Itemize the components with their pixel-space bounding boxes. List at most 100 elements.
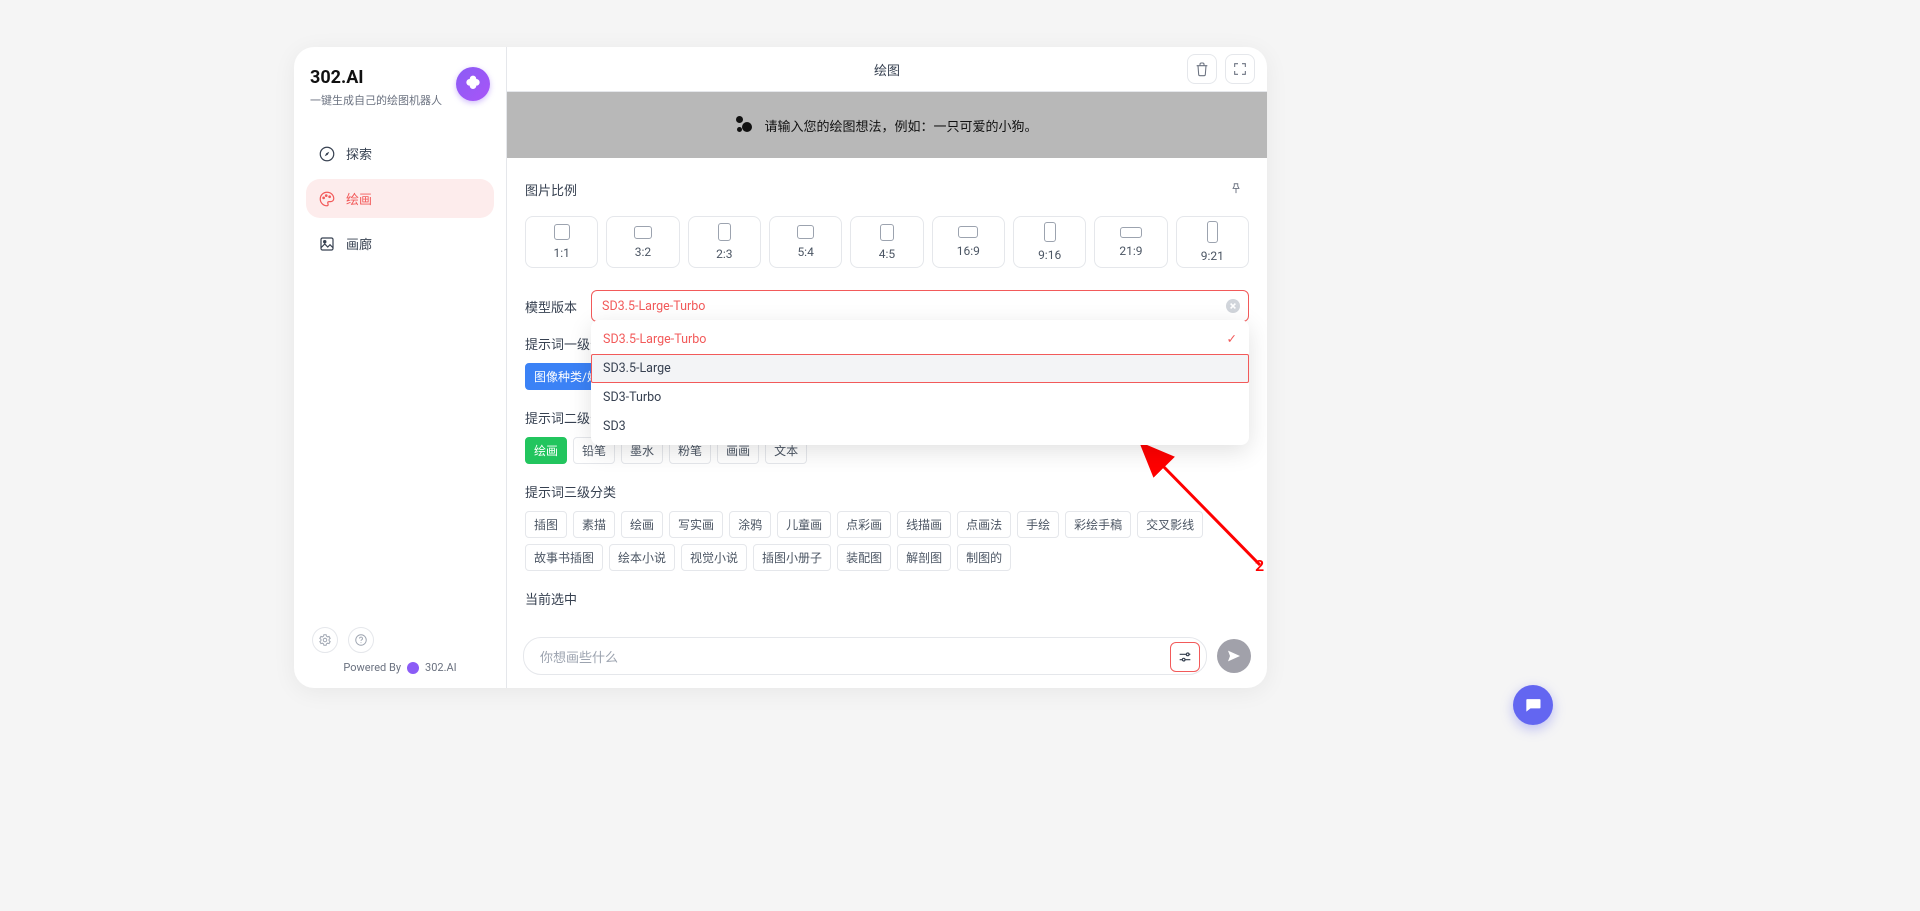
ratio-shape-icon xyxy=(634,226,652,239)
ratio-shape-icon xyxy=(880,224,894,241)
image-icon xyxy=(318,235,336,253)
brand-title: 302.AI xyxy=(310,67,442,88)
chip[interactable]: 写实画 xyxy=(669,511,723,538)
help-button[interactable] xyxy=(348,627,374,653)
chip[interactable]: 绘本小说 xyxy=(609,544,675,571)
sidebar: 302.AI 一键生成自己的绘图机器人 探索 绘画 画廊 xyxy=(294,47,507,688)
ratio-section-title: 图片比例 xyxy=(525,180,577,199)
model-version-value: SD3.5-Large-Turbo xyxy=(602,299,705,314)
gear-icon xyxy=(318,633,332,647)
app-window: 302.AI 一键生成自己的绘图机器人 探索 绘画 画廊 xyxy=(294,47,1267,688)
dots-icon xyxy=(736,116,754,134)
model-version-dropdown: SD3.5-Large-Turbo✓SD3.5-LargeSD3-TurboSD… xyxy=(591,320,1249,445)
ratio-label: 21:9 xyxy=(1119,244,1142,258)
fullscreen-button[interactable] xyxy=(1225,54,1255,84)
chip[interactable]: 绘画 xyxy=(621,511,663,538)
pin-button[interactable] xyxy=(1223,176,1249,202)
hint-text: 请输入您的绘图想法，例如：一只可爱的小狗。 xyxy=(764,116,1037,135)
ratio-option-21-9[interactable]: 21:9 xyxy=(1094,216,1167,268)
ratio-shape-icon xyxy=(1044,222,1056,242)
ratio-option-9-16[interactable]: 9:16 xyxy=(1013,216,1086,268)
sidebar-item-explore[interactable]: 探索 xyxy=(306,134,494,173)
brand-logo-icon xyxy=(456,67,490,101)
chip[interactable]: 涂鸦 xyxy=(729,511,771,538)
chat-fab-button[interactable] xyxy=(1513,685,1553,725)
ratio-option-9-21[interactable]: 9:21 xyxy=(1176,216,1249,268)
sidebar-item-label: 绘画 xyxy=(346,189,372,208)
ratio-option-3-2[interactable]: 3:2 xyxy=(606,216,679,268)
ratio-option-1-1[interactable]: 1:1 xyxy=(525,216,598,268)
ratio-shape-icon xyxy=(554,224,570,240)
sidebar-item-draw[interactable]: 绘画 xyxy=(306,179,494,218)
chip[interactable]: 交叉影线 xyxy=(1137,511,1203,538)
pin-icon xyxy=(1229,181,1243,197)
model-option[interactable]: SD3.5-Large-Turbo✓ xyxy=(591,324,1249,354)
ratio-option-2-3[interactable]: 2:3 xyxy=(688,216,761,268)
model-version-row: 模型版本 SD3.5-Large-Turbo SD3.5-Large-Turbo… xyxy=(525,290,1249,322)
svg-text:2: 2 xyxy=(1255,556,1264,573)
page-title: 绘图 xyxy=(874,60,900,79)
send-button[interactable] xyxy=(1217,639,1251,673)
question-icon xyxy=(354,633,368,647)
chip[interactable]: 插图 xyxy=(525,511,567,538)
chip[interactable]: 点画法 xyxy=(957,511,1011,538)
cat3-title: 提示词三级分类 xyxy=(525,482,1249,501)
expand-icon xyxy=(1232,61,1248,77)
ratio-shape-icon xyxy=(958,226,978,238)
ratio-option-16-9[interactable]: 16:9 xyxy=(932,216,1005,268)
model-version-label: 模型版本 xyxy=(525,297,577,316)
clear-select-button[interactable] xyxy=(1226,299,1240,313)
ratio-label: 4:5 xyxy=(879,247,895,261)
ratio-option-5-4[interactable]: 5:4 xyxy=(769,216,842,268)
current-title: 当前选中 xyxy=(525,589,1249,608)
model-option[interactable]: SD3.5-Large xyxy=(591,354,1249,383)
prompt-placeholder: 你想画些什么 xyxy=(540,647,618,666)
chip[interactable]: 素描 xyxy=(573,511,615,538)
chip[interactable]: 解剖图 xyxy=(897,544,951,571)
powered-logo-icon xyxy=(407,662,419,674)
ratio-shape-icon xyxy=(1207,221,1218,243)
content-area: 图片比例 1:13:2 2:3 5:4 4:5 16:9 9:16 21:9 9:21 模型版… xyxy=(507,158,1267,624)
check-icon: ✓ xyxy=(1227,331,1237,347)
chip[interactable]: 故事书插图 xyxy=(525,544,603,571)
sidebar-item-gallery[interactable]: 画廊 xyxy=(306,224,494,263)
powered-by: Powered By 302.AI xyxy=(343,661,456,674)
send-icon xyxy=(1226,648,1242,664)
model-version-select[interactable]: SD3.5-Large-Turbo xyxy=(591,290,1249,322)
ratio-row: 1:13:2 2:3 5:4 4:5 16:9 9:16 21:9 9:21 xyxy=(525,216,1249,268)
chip[interactable]: 制图的 xyxy=(957,544,1011,571)
sidebar-footer: Powered By 302.AI xyxy=(306,627,494,678)
cat3-chips: 插图素描绘画写实画涂鸦儿童画点彩画线描画点画法手绘彩绘手稿交叉影线故事书插图绘本… xyxy=(525,511,1249,571)
prompt-input[interactable]: 你想画些什么 xyxy=(523,637,1207,675)
sliders-icon xyxy=(1177,649,1193,665)
sidebar-nav: 探索 绘画 画廊 xyxy=(306,134,494,263)
trash-icon xyxy=(1194,61,1210,77)
ratio-label: 9:21 xyxy=(1201,249,1224,263)
hint-banner: 请输入您的绘图想法，例如：一只可爱的小狗。 xyxy=(507,92,1267,158)
model-option[interactable]: SD3-Turbo xyxy=(591,383,1249,412)
chip[interactable]: 线描画 xyxy=(897,511,951,538)
trash-button[interactable] xyxy=(1187,54,1217,84)
settings-sliders-button[interactable] xyxy=(1170,642,1200,672)
ratio-option-4-5[interactable]: 4:5 xyxy=(850,216,923,268)
ratio-label: 9:16 xyxy=(1038,248,1061,262)
model-option[interactable]: SD3 xyxy=(591,412,1249,441)
chip[interactable]: 手绘 xyxy=(1017,511,1059,538)
chip[interactable]: 彩绘手稿 xyxy=(1065,511,1131,538)
cat3-section: 提示词三级分类 插图素描绘画写实画涂鸦儿童画点彩画线描画点画法手绘彩绘手稿交叉影… xyxy=(525,482,1249,571)
settings-button[interactable] xyxy=(312,627,338,653)
composer-bar: 你想画些什么 xyxy=(507,624,1267,688)
chip[interactable]: 绘画 xyxy=(525,437,567,464)
chip[interactable]: 装配图 xyxy=(837,544,891,571)
current-section: 当前选中 xyxy=(525,589,1249,608)
chip[interactable]: 点彩画 xyxy=(837,511,891,538)
topbar: 绘图 xyxy=(507,47,1267,92)
chip[interactable]: 插图小册子 xyxy=(753,544,831,571)
ratio-shape-icon xyxy=(797,225,814,239)
ratio-label: 2:3 xyxy=(716,247,732,261)
brand-subtitle: 一键生成自己的绘图机器人 xyxy=(310,92,442,108)
main-panel: 绘图 请输入您的绘图想法，例如：一只可爱的小狗。 图片比例 xyxy=(507,47,1267,688)
chip[interactable]: 儿童画 xyxy=(777,511,831,538)
chip[interactable]: 视觉小说 xyxy=(681,544,747,571)
close-icon xyxy=(1229,302,1237,310)
